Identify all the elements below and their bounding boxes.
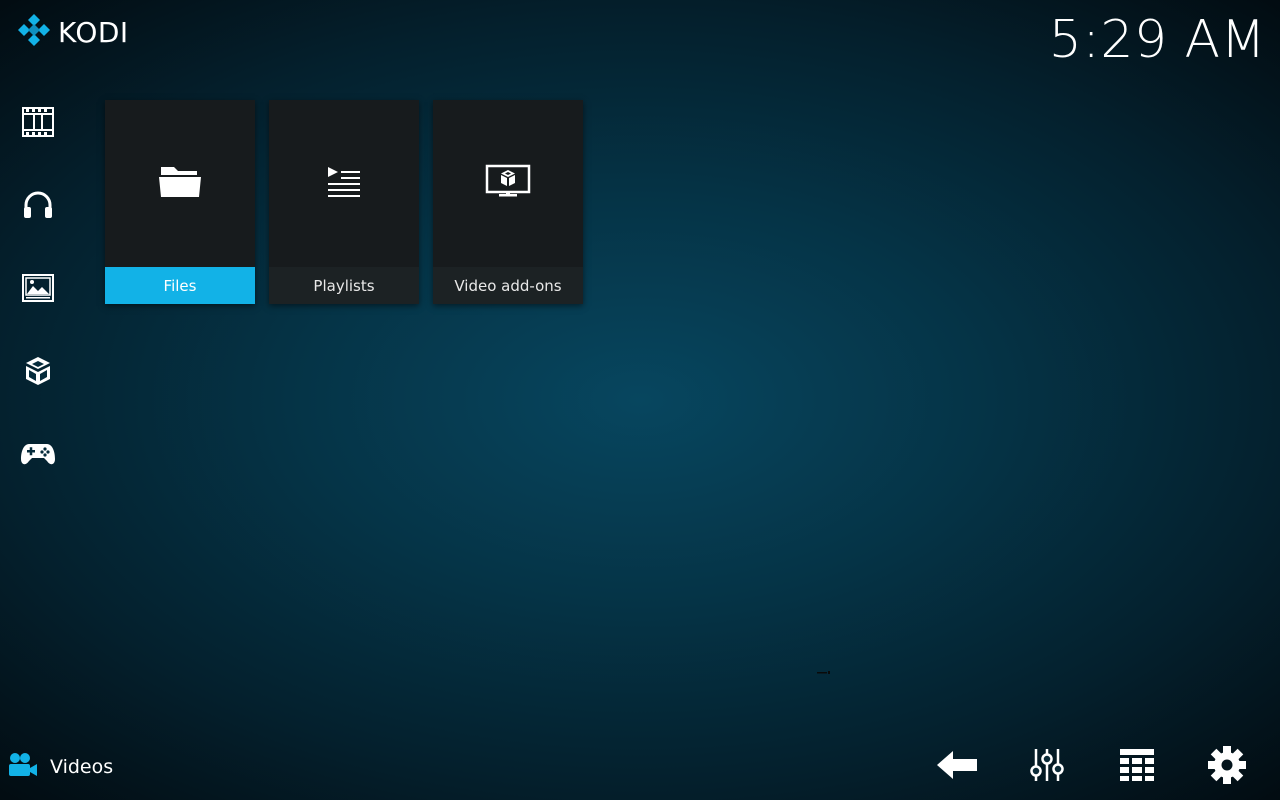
headphones-icon — [22, 189, 54, 221]
back-button[interactable] — [934, 744, 980, 790]
settings-button[interactable] — [1204, 744, 1250, 790]
kodi-logo[interactable]: KODI — [16, 14, 129, 50]
sidebar-item-addons[interactable] — [0, 329, 76, 412]
box-icon — [23, 355, 53, 387]
logo-text: KODI — [58, 15, 129, 49]
sidebar-item-movies[interactable] — [0, 80, 76, 163]
arrow-left-icon — [935, 749, 979, 785]
view-mode-button[interactable] — [1114, 744, 1160, 790]
sliders-icon — [1029, 747, 1065, 787]
sidebar — [0, 80, 76, 495]
tile-label-files: Files — [105, 267, 255, 304]
menu-tiles: Files Playlists Video add-ons — [105, 100, 583, 304]
grid-icon — [1119, 748, 1155, 786]
sidebar-item-pictures[interactable] — [0, 246, 76, 329]
sidebar-item-music[interactable] — [0, 163, 76, 246]
monitor-box-icon — [485, 164, 531, 202]
options-button[interactable] — [1024, 744, 1070, 790]
playlist-icon — [326, 165, 362, 201]
tile-label-video-addons: Video add-ons — [433, 267, 583, 304]
clock: 5:29 AM — [1048, 10, 1266, 70]
footer-toolbar — [934, 744, 1250, 790]
kodi-diamond-icon — [16, 12, 52, 52]
sidebar-item-games[interactable] — [0, 412, 76, 495]
picture-icon — [22, 273, 54, 302]
folder-icon — [157, 163, 203, 203]
camera-people-icon — [8, 752, 38, 782]
tile-files[interactable]: Files — [105, 100, 255, 304]
tile-label-playlists: Playlists — [269, 267, 419, 304]
film-icon — [22, 106, 54, 137]
section-title: Videos — [50, 756, 114, 778]
tile-video-addons[interactable]: Video add-ons — [433, 100, 583, 304]
gamepad-icon — [20, 441, 56, 467]
section-header: Videos — [8, 752, 113, 782]
mouse-cursor-icon — [817, 671, 830, 674]
gear-icon — [1207, 745, 1247, 789]
tile-playlists[interactable]: Playlists — [269, 100, 419, 304]
